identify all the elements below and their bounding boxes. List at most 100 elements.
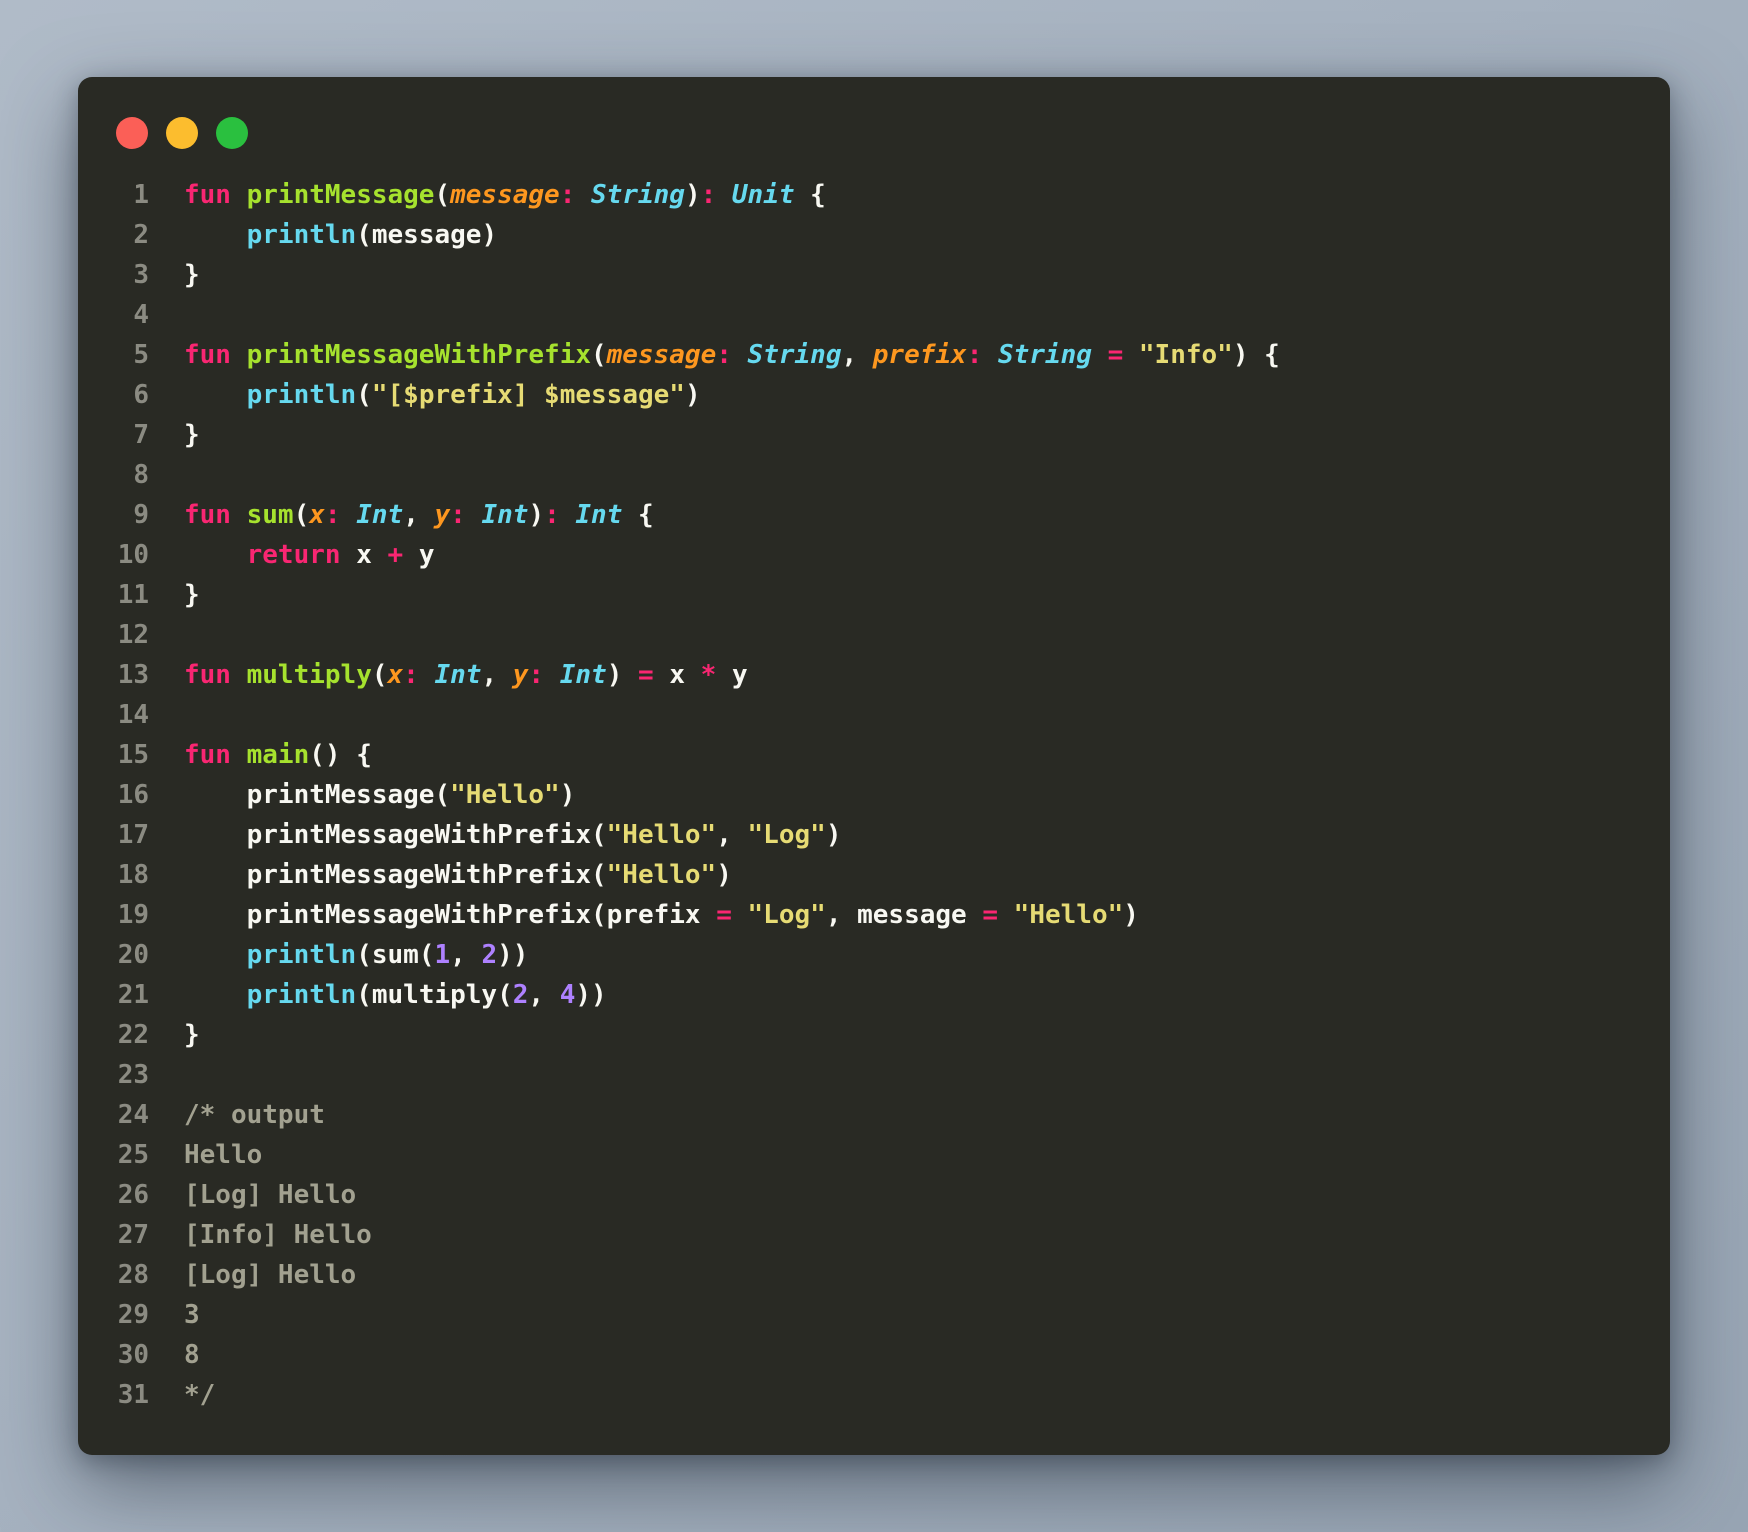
token-plain: ) <box>716 860 732 890</box>
token-function: multiply <box>246 660 372 690</box>
code-line: 4 <box>78 295 1670 335</box>
code-line-content: printMessageWithPrefix("Hello") <box>184 855 732 895</box>
token-comment: Hello <box>184 1140 263 1170</box>
minimize-button[interactable] <box>166 117 198 149</box>
code-line: 8 <box>78 455 1670 495</box>
token-plain: ) <box>606 660 639 690</box>
token-operator: : <box>324 500 341 530</box>
code-line-content: printMessageWithPrefix("Hello", "Log") <box>184 815 842 855</box>
token-plain: , <box>450 940 482 970</box>
code-line-content: 3 <box>184 1295 200 1335</box>
token-plain: y <box>716 660 748 690</box>
token-keyword: fun <box>184 500 231 530</box>
code-line-content: printMessageWithPrefix(prefix = "Log", m… <box>184 895 1139 935</box>
line-number: 28 <box>117 1260 149 1290</box>
token-string: "Log" <box>747 820 826 850</box>
token-operator: = <box>982 900 999 930</box>
code-line: 16 printMessage("Hello") <box>78 775 1670 815</box>
code-line: 26 [Log] Hello <box>78 1175 1670 1215</box>
code-line-content: /* output <box>184 1095 325 1135</box>
token-plain: ) <box>528 500 545 530</box>
token-keyword: fun <box>184 340 231 370</box>
token-param: prefix <box>872 340 967 370</box>
code-line-content: println(multiply(2, 4)) <box>184 975 607 1015</box>
token-plain: ( <box>371 660 388 690</box>
line-number: 7 <box>133 420 149 450</box>
code-line: 10 return x + y <box>78 535 1670 575</box>
code-line: 23 <box>78 1055 1670 1095</box>
code-line-content: [Log] Hello <box>184 1175 356 1215</box>
code-line: 24 /* output <box>78 1095 1670 1135</box>
line-number: 16 <box>117 780 149 810</box>
line-number: 11 <box>117 580 149 610</box>
line-number: 12 <box>117 620 149 650</box>
token-plain: , <box>716 820 748 850</box>
token-type: Int <box>434 660 482 690</box>
token-operator: = <box>1107 340 1124 370</box>
token-number: 2 <box>481 940 498 970</box>
line-number: 23 <box>117 1060 149 1090</box>
token-plain: ) <box>481 220 498 250</box>
code-line: 9 fun sum(x: Int, y: Int): Int { <box>78 495 1670 535</box>
code-line-content: printMessage("Hello") <box>184 775 576 815</box>
code-line-content: */ <box>184 1375 215 1415</box>
token-operator: + <box>387 540 404 570</box>
line-number: 26 <box>117 1180 149 1210</box>
token-builtin: println <box>246 980 357 1010</box>
line-number: 25 <box>117 1140 149 1170</box>
token-plain: )) <box>575 980 607 1010</box>
token-function: main <box>246 740 310 770</box>
token-keyword: fun <box>184 740 231 770</box>
code-line: 15 fun main() { <box>78 735 1670 775</box>
token-keyword: fun <box>184 660 231 690</box>
line-number: 17 <box>117 820 149 850</box>
close-button[interactable] <box>116 117 148 149</box>
token-plain: ( <box>356 380 372 410</box>
token-param: message <box>450 180 560 210</box>
line-number: 1 <box>133 180 149 210</box>
token-plain: { <box>794 180 826 210</box>
line-number: 29 <box>117 1300 149 1330</box>
code-line: 17 printMessageWithPrefix("Hello", "Log"… <box>78 815 1670 855</box>
token-operator: : <box>700 180 717 210</box>
token-type: Int <box>575 500 623 530</box>
code-line: 5 fun printMessageWithPrefix(message: Str… <box>78 335 1670 375</box>
token-plain: } <box>184 1020 200 1050</box>
token-function: sum <box>246 500 294 530</box>
code-line: 12 <box>78 615 1670 655</box>
token-comment: */ <box>184 1380 216 1410</box>
code-line-content: println(message) <box>184 215 497 255</box>
token-plain: ( <box>434 180 451 210</box>
maximize-button[interactable] <box>216 117 248 149</box>
token-string: "[$prefix] $message" <box>371 380 685 410</box>
token-number: 2 <box>512 980 529 1010</box>
code-line-content: println("[$prefix] $message") <box>184 375 701 415</box>
token-plain: ) { <box>1232 340 1280 370</box>
code-line: 2 println(message) <box>78 215 1670 255</box>
token-param: y <box>434 500 451 530</box>
token-plain: ) <box>1123 900 1139 930</box>
token-comment: [Log] Hello <box>184 1260 357 1290</box>
code-line-content: } <box>184 575 200 615</box>
token-plain: } <box>184 580 200 610</box>
token-string: "Hello" <box>606 860 717 890</box>
code-line-content: fun printMessage(message: String): Unit … <box>184 175 826 215</box>
token-plain: )) <box>497 940 529 970</box>
token-type: Int <box>481 500 529 530</box>
code-line-content: fun multiply(x: Int, y: Int) = x * y <box>184 655 748 695</box>
token-plain: printMessageWithPrefix(prefix <box>184 900 717 930</box>
token-type: Int <box>356 500 404 530</box>
token-param: x <box>387 660 404 690</box>
token-plain: message <box>371 220 482 250</box>
line-number: 31 <box>117 1380 149 1410</box>
